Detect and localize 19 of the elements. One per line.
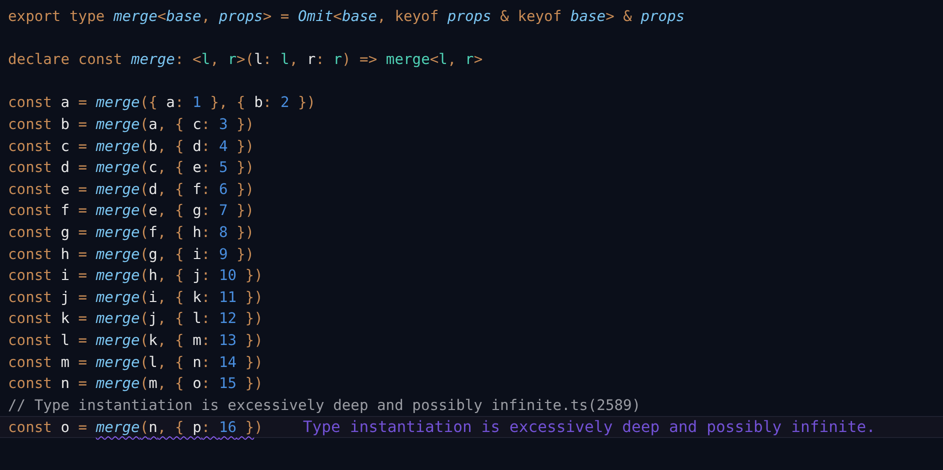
code-line: // Type instantiation is excessively deep and possibly infinite.ts(2589) bbox=[8, 396, 641, 416]
code-line: const o = merge(n, { p: 16 }) bbox=[8, 418, 263, 437]
code-line: declare const merge: <l, r>(l: l, r: r) => merge<l, r> bbox=[8, 50, 483, 70]
code-line: const b = merge(a, { c: 3 }) bbox=[8, 114, 254, 135]
code-line: const g = merge(f, { h: 8 }) bbox=[8, 222, 254, 243]
error-hint: Type instantiation is excessively deep and possibly infinite. bbox=[302, 417, 876, 437]
code-line: const e = merge(d, { f: 6 }) bbox=[8, 180, 254, 200]
code-line: const l = merge(k, { m: 13 }) bbox=[8, 330, 263, 351]
code-line: const d = merge(c, { e: 5 }) bbox=[8, 158, 254, 178]
code-line: const k = merge(j, { l: 12 }) bbox=[8, 309, 263, 330]
code-line: const i = merge(h, { j: 10 }) bbox=[8, 266, 263, 286]
code-line: const a = merge({ a: 1 }, { b: 2 }) bbox=[8, 93, 316, 114]
code-line: const c = merge(b, { d: 4 }) bbox=[8, 136, 254, 157]
code-line: const n = merge(m, { o: 15 }) bbox=[8, 374, 263, 394]
code-line: const f = merge(e, { g: 7 }) bbox=[8, 201, 254, 222]
code-line: export type merge<base, props> = Omit<base, keyof props & keyof base> & props bbox=[8, 7, 685, 27]
code-line: const j = merge(i, { k: 11 }) bbox=[8, 288, 263, 308]
code-line: const h = merge(g, { i: 9 }) bbox=[8, 244, 254, 265]
code-line: const m = merge(l, { n: 14 }) bbox=[8, 352, 263, 372]
